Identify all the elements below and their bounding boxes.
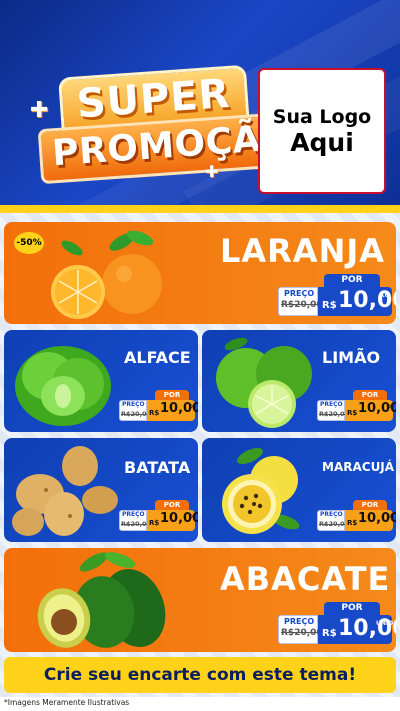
price-tag: POR PREÇO R$20,00 R$ 10,00 KG [119, 390, 198, 422]
plus-icon: ✚ [205, 162, 219, 181]
discount-badge: -50% [14, 232, 44, 254]
preco-label: PREÇO [320, 511, 343, 518]
avocado-image [37, 552, 166, 648]
footer: *Imagens Meramente Ilustrativas [0, 697, 400, 711]
preco-label: PREÇO [122, 511, 145, 518]
product-name: MARACUJÁ [322, 460, 395, 474]
product-name: BATATA [124, 458, 191, 477]
product-card-alface: ALFACE POR PREÇO R$20,00 R$ 10,00 KG [4, 330, 198, 432]
preco-label: PREÇO [320, 401, 343, 408]
unit-label: KG [380, 292, 390, 299]
logo-text-line1: Sua Logo [272, 105, 372, 128]
por-label: POR [324, 602, 380, 615]
currency-label: R$ [322, 628, 337, 639]
price-tag: POR PREÇO R$20,00 R$ 10,00 KG [317, 390, 396, 422]
promo-title: SUPER PROMOÇÃO [34, 64, 307, 197]
por-label: POR [324, 274, 380, 287]
product-card-batata: BATATA POR PREÇO R$20,00 R$ 10,00 KG [4, 438, 198, 542]
divider [0, 205, 400, 213]
price-tag: POR PREÇO R$20,00 R$ 10,00 KG [317, 500, 396, 532]
price-tag: POR PREÇO R$20,00 R$ 10,00 UNID [278, 602, 396, 646]
lettuce-image [15, 346, 111, 426]
por-label: POR [155, 390, 189, 400]
preco-label: PREÇO [284, 289, 315, 298]
potato-image [12, 446, 118, 536]
product-card-limao: LIMÃO POR PREÇO R$20,00 R$ 10,00 KG [202, 330, 396, 432]
lime-image [216, 337, 312, 428]
disclaimer-text: *Imagens Meramente Ilustrativas [4, 698, 130, 707]
por-label: POR [353, 500, 387, 510]
product-name: ABACATE [220, 560, 391, 598]
passion-fruit-image [222, 447, 300, 534]
currency-label: R$ [322, 300, 337, 311]
plus-icon: ✚ [30, 98, 49, 123]
preco-label: PREÇO [284, 617, 315, 626]
product-card-laranja: -50% LARANJA POR PREÇO R$20,00 R$ 10,00 … [4, 222, 396, 324]
unit-label: UNID [376, 620, 394, 627]
preco-label: PREÇO [122, 401, 145, 408]
product-card-abacate: ABACATE POR PREÇO R$20,00 R$ 10,00 UNID [4, 548, 396, 652]
currency-label: R$ [149, 409, 160, 417]
price-tag: POR PREÇO R$20,00 R$ 10,00 KG [278, 274, 396, 318]
unit-label: KG [189, 404, 196, 409]
currency-label: R$ [347, 409, 358, 417]
product-name: ALFACE [124, 348, 191, 367]
product-name: LIMÃO [322, 348, 381, 367]
unit-label: KG [387, 514, 394, 519]
price-tag: POR PREÇO R$20,00 R$ 10,00 KG [119, 500, 198, 532]
product-name: LARANJA [220, 232, 386, 270]
cta-banner[interactable]: Crie seu encarte com este tema! [4, 657, 396, 693]
old-price: R$20,00 [281, 300, 323, 310]
logo-text-line2: Aqui [290, 127, 354, 157]
logo-placeholder: Sua Logo Aqui [258, 68, 386, 194]
por-label: POR [155, 500, 189, 510]
header-banner: SUPER PROMOÇÃO ✚ ✚ Sua Logo Aqui [0, 0, 400, 213]
unit-label: KG [387, 404, 394, 409]
unit-label: KG [189, 514, 196, 519]
orange-fruit-image [51, 230, 162, 319]
por-label: POR [353, 390, 387, 400]
currency-label: R$ [347, 519, 358, 527]
old-price: R$20,00 [281, 628, 323, 638]
currency-label: R$ [149, 519, 160, 527]
product-card-maracuja: MARACUJÁ POR PREÇO R$20,00 R$ 10,00 KG [202, 438, 396, 542]
